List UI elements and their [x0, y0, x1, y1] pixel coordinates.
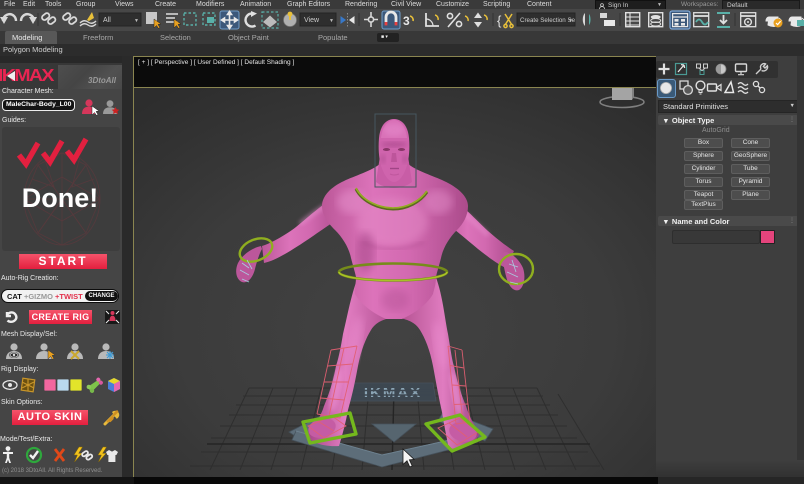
svg-text:▼: ▼ — [134, 18, 139, 24]
svg-text:Done!: Done! — [22, 183, 99, 213]
svg-text:View: View — [304, 17, 320, 24]
svg-text:▼: ▼ — [568, 18, 573, 24]
svg-text:3: 3 — [403, 14, 410, 28]
svg-text:All: All — [103, 17, 111, 24]
svg-text:IKMAX: IKMAX — [364, 385, 422, 400]
svg-text:{: { — [497, 13, 502, 28]
svg-text:▼: ▼ — [329, 18, 334, 24]
